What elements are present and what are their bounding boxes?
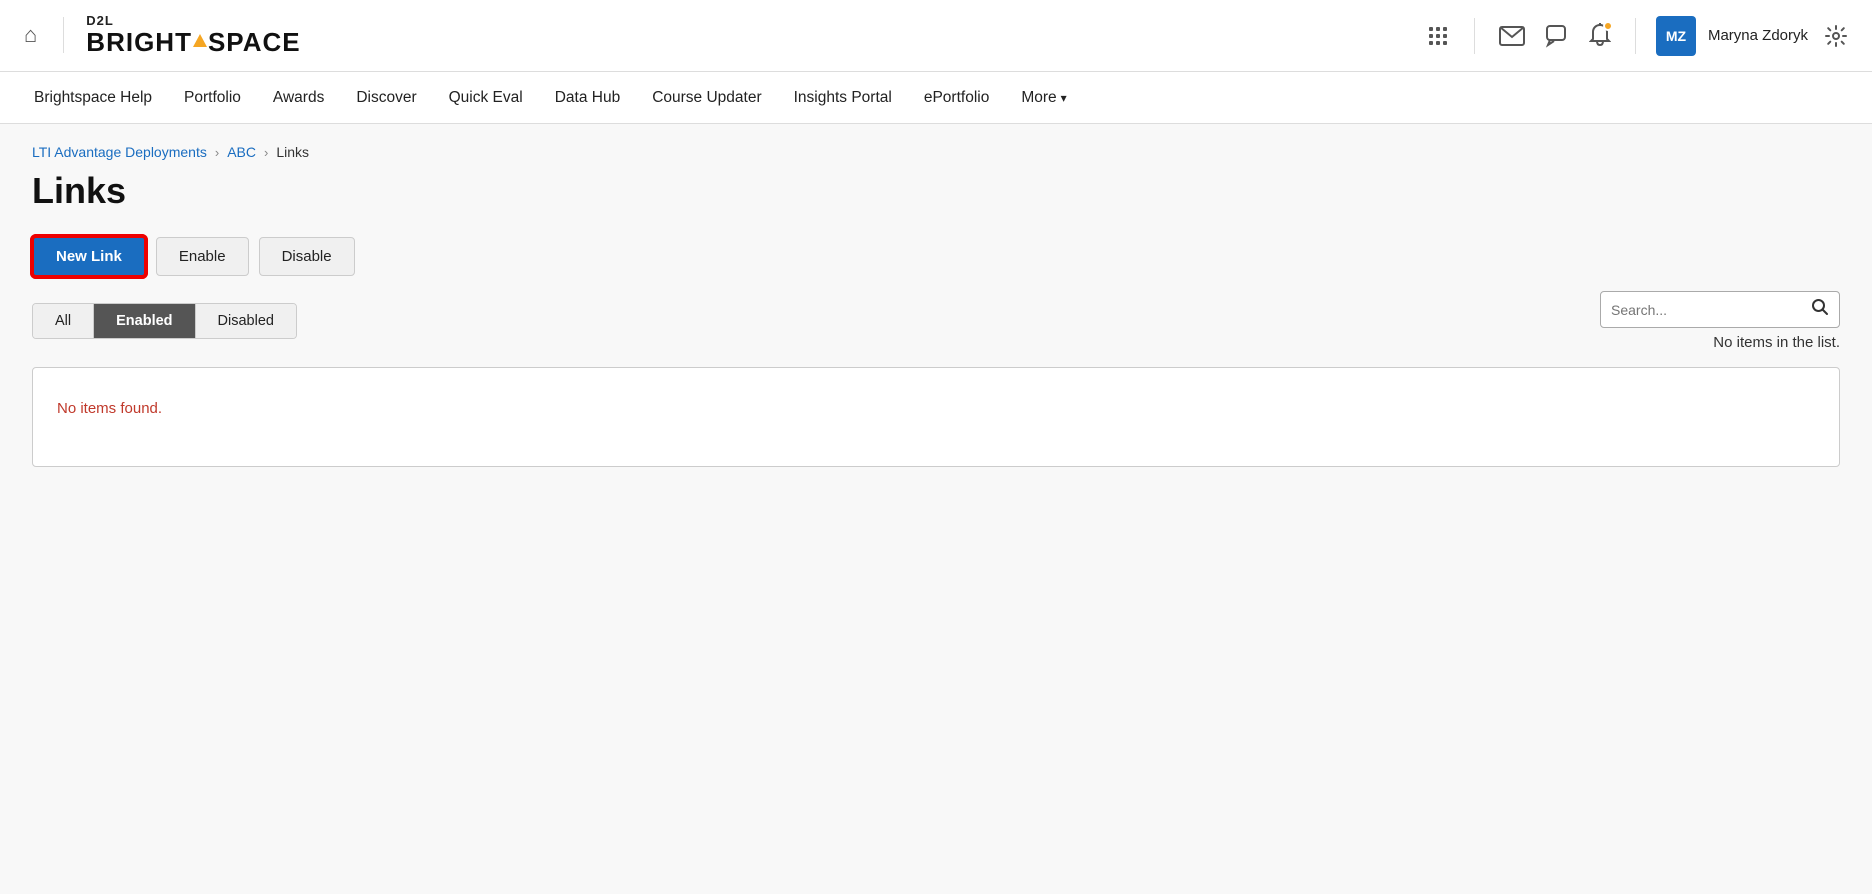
new-link-button[interactable]: New Link	[32, 236, 146, 277]
nav-item-portfolio[interactable]: Portfolio	[170, 81, 255, 115]
apps-icon	[1426, 24, 1450, 48]
chevron-down-icon: ▾	[1061, 91, 1067, 105]
settings-icon	[1824, 24, 1848, 48]
logo-brightspace: BRIGHTSPACE	[86, 28, 300, 57]
nav-item-awards[interactable]: Awards	[259, 81, 338, 115]
logo-d2l: D2L	[86, 14, 300, 28]
more-label: More	[1021, 89, 1056, 107]
breadcrumb-sep-2: ›	[264, 145, 268, 160]
nav-item-data-hub[interactable]: Data Hub	[541, 81, 634, 115]
chat-icon	[1545, 24, 1569, 48]
page-title: Links	[32, 170, 1840, 212]
tab-all[interactable]: All	[33, 304, 94, 338]
no-items-label: No items in the list.	[1713, 334, 1840, 351]
divider-2	[1474, 18, 1475, 54]
nav-item-insights-portal[interactable]: Insights Portal	[780, 81, 906, 115]
search-icon-button[interactable]	[1811, 298, 1829, 321]
bell-icon-button[interactable]	[1585, 19, 1615, 53]
nav-item-more[interactable]: More ▾	[1007, 81, 1080, 115]
tab-disabled[interactable]: Disabled	[196, 304, 296, 338]
search-input[interactable]	[1611, 302, 1805, 318]
main-content: LTI Advantage Deployments › ABC › Links …	[0, 124, 1872, 894]
notification-dot	[1603, 21, 1613, 31]
breadcrumb-lti[interactable]: LTI Advantage Deployments	[32, 144, 207, 160]
filter-tabs: All Enabled Disabled	[32, 303, 297, 339]
divider-3	[1635, 18, 1636, 54]
nav-item-discover[interactable]: Discover	[342, 81, 430, 115]
tab-enabled[interactable]: Enabled	[94, 304, 195, 338]
top-bar: ⌂ D2L BRIGHTSPACE	[0, 0, 1872, 72]
search-box	[1600, 291, 1840, 328]
breadcrumb: LTI Advantage Deployments › ABC › Links	[32, 144, 1840, 160]
nav-bar: Brightspace Help Portfolio Awards Discov…	[0, 72, 1872, 124]
home-button[interactable]: ⌂	[20, 18, 41, 52]
search-icon	[1811, 298, 1829, 316]
empty-table: No items found.	[32, 367, 1840, 467]
top-bar-left: ⌂ D2L BRIGHTSPACE	[20, 14, 1422, 57]
chat-icon-button[interactable]	[1541, 20, 1573, 52]
divider-1	[63, 17, 64, 53]
nav-item-course-updater[interactable]: Course Updater	[638, 81, 775, 115]
user-name: Maryna Zdoryk	[1708, 27, 1808, 44]
nav-item-brightspace-help[interactable]: Brightspace Help	[20, 81, 166, 115]
nav-item-quick-eval[interactable]: Quick Eval	[435, 81, 537, 115]
enable-button[interactable]: Enable	[156, 237, 249, 276]
logo-triangle	[193, 34, 207, 47]
breadcrumb-sep-1: ›	[215, 145, 219, 160]
nav-item-eportfolio[interactable]: ePortfolio	[910, 81, 1003, 115]
mail-icon	[1499, 26, 1525, 46]
logo-area: D2L BRIGHTSPACE	[86, 14, 300, 57]
toolbar-row: New Link Enable Disable	[32, 236, 1840, 277]
top-bar-right: MZ Maryna Zdoryk	[1422, 16, 1852, 56]
settings-icon-button[interactable]	[1820, 20, 1852, 52]
search-area: No items in the list.	[1600, 291, 1840, 351]
filter-row: All Enabled Disabled No items in the lis…	[32, 291, 1840, 351]
disable-button[interactable]: Disable	[259, 237, 355, 276]
no-items-found-text: No items found.	[57, 400, 162, 417]
avatar-button[interactable]: MZ	[1656, 16, 1696, 56]
breadcrumb-abc[interactable]: ABC	[227, 144, 256, 160]
apps-icon-button[interactable]	[1422, 20, 1454, 52]
mail-icon-button[interactable]	[1495, 22, 1529, 50]
breadcrumb-current: Links	[276, 144, 309, 160]
